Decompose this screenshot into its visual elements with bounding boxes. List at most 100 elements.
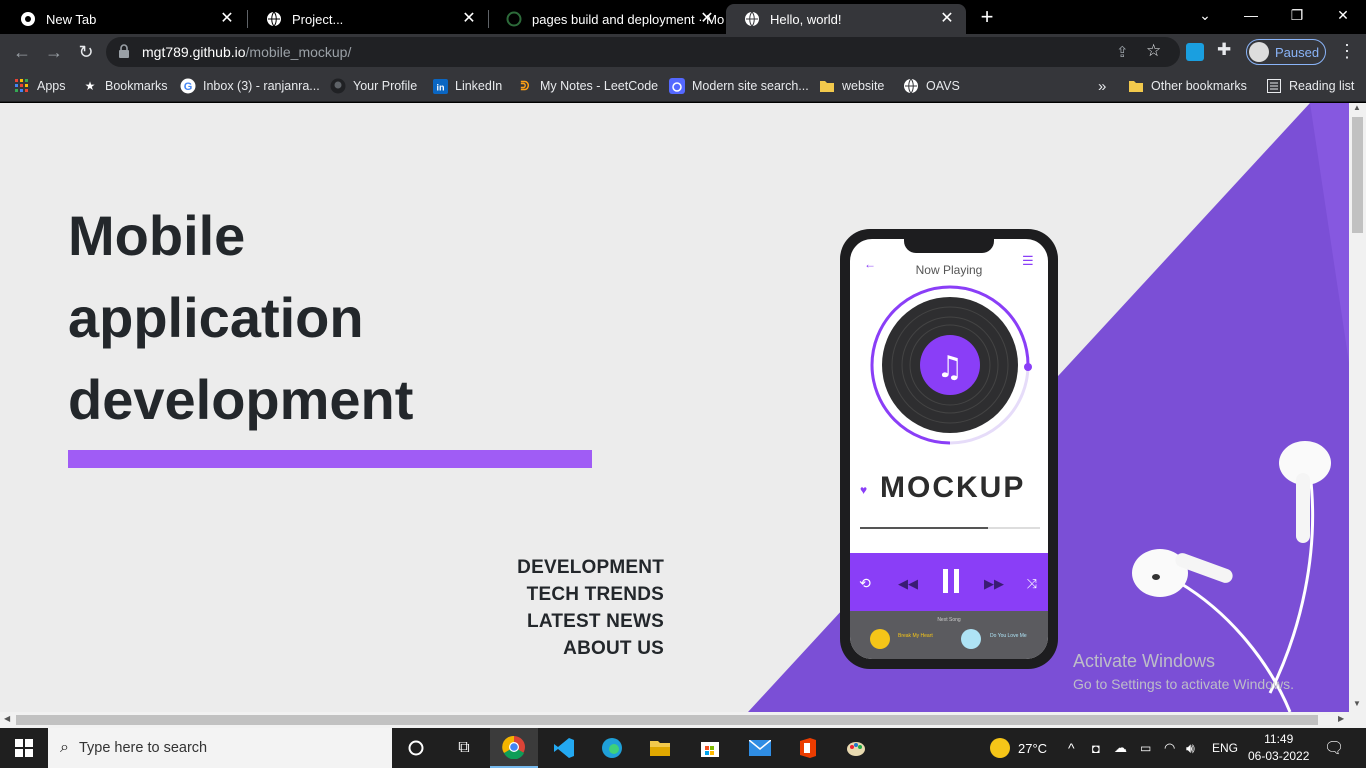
horizontal-scrollbar[interactable]: ◀ ▶ [0, 712, 1366, 728]
clock-time: 11:49 [1264, 732, 1294, 746]
cortana-icon[interactable] [392, 728, 440, 768]
leetcode-icon: ᕲ [520, 78, 530, 93]
bookmark-modern-site-search[interactable]: Modern site search... [669, 76, 809, 96]
edge-icon[interactable] [588, 728, 636, 768]
scroll-up-icon[interactable]: ▲ [1353, 103, 1361, 112]
scroll-down-icon[interactable]: ▼ [1353, 699, 1361, 708]
share-icon[interactable]: ⇪ [1116, 43, 1129, 61]
wifi-icon[interactable]: ◠ [1164, 728, 1175, 768]
close-tab-icon[interactable]: ✕ [938, 10, 956, 28]
nav-latest-news[interactable]: LATEST NEWS [450, 608, 664, 635]
chrome-icon [20, 11, 36, 27]
tab-title: New Tab [46, 11, 97, 27]
profile-button[interactable]: Paused [1246, 39, 1326, 65]
puzzle-extensions-icon[interactable]: ✚ [1217, 40, 1231, 60]
svg-text:G: G [184, 81, 193, 93]
bookmark-label: Reading list [1289, 79, 1355, 93]
scroll-left-icon[interactable]: ◀ [4, 714, 10, 723]
mail-icon[interactable] [736, 728, 784, 768]
vertical-scrollbar[interactable]: ▲ ▼ [1349, 103, 1366, 712]
tab-pages-build[interactable]: pages build and deployment · Mo ✕ [488, 4, 726, 34]
phone-notch [904, 239, 994, 253]
onedrive-icon[interactable]: ☁ [1114, 728, 1127, 768]
bookmark-apps[interactable]: Apps [14, 76, 66, 96]
browser-toolbar: ← → ↻ mgt789.github.io/mobile_mockup/ ⇪ … [0, 34, 1366, 70]
task-view-icon[interactable]: ⧉ [440, 728, 488, 768]
extension-icon[interactable] [1186, 43, 1204, 61]
tab-project[interactable]: Project... ✕ [248, 4, 488, 34]
nav-development[interactable]: DEVELOPMENT [450, 554, 664, 581]
nav-about-us[interactable]: ABOUT US [450, 635, 664, 662]
bookmark-star-icon[interactable]: ☆ [1146, 41, 1161, 61]
meet-now-icon[interactable]: ◘ [1092, 728, 1100, 768]
close-tab-icon[interactable]: ✕ [460, 10, 478, 28]
office-icon[interactable] [784, 728, 832, 768]
vscode-icon[interactable] [540, 728, 588, 768]
scroll-right-icon[interactable]: ▶ [1338, 714, 1344, 723]
bookmark-label: Your Profile [353, 79, 418, 93]
battery-icon[interactable]: ▭ [1140, 728, 1151, 768]
close-tab-icon[interactable]: ✕ [218, 10, 236, 28]
clock-date: 06-03-2022 [1248, 749, 1310, 763]
vertical-scroll-thumb[interactable] [1352, 117, 1363, 233]
tab-strip: New Tab ✕ Project... ✕ pages build and d… [0, 0, 1366, 34]
volume-icon[interactable]: 🔊︎ [1186, 728, 1195, 768]
svg-text:▶▶: ▶▶ [984, 577, 1004, 592]
nav-tech-trends[interactable]: TECH TRENDS [450, 581, 664, 608]
clock[interactable]: 11:49 06-03-2022 [1248, 728, 1309, 768]
paint-icon[interactable] [832, 728, 880, 768]
web-page: Mobile application development DEVELOPME… [0, 103, 1349, 712]
reading-list-icon [1266, 78, 1282, 94]
store-icon[interactable] [686, 728, 734, 768]
reload-icon[interactable]: ↻ [74, 40, 98, 64]
url-host: mgt789.github.io [142, 44, 246, 60]
bookmark-linkedin[interactable]: in LinkedIn [432, 76, 502, 96]
close-window-button[interactable]: ✕ [1320, 0, 1366, 32]
weather-widget[interactable]: 27°C [990, 728, 1047, 768]
close-tab-icon[interactable]: ✕ [698, 10, 716, 28]
file-explorer-icon[interactable] [636, 728, 684, 768]
now-playing-label: Now Playing [915, 263, 983, 277]
more-bookmarks-chevron-icon[interactable]: » [1098, 76, 1106, 96]
bookmark-label: LinkedIn [455, 79, 503, 93]
menu-kebab-icon[interactable]: ⋮ [1338, 41, 1356, 62]
svg-text:⤨: ⤨ [1027, 577, 1038, 592]
chrome-taskbar-icon[interactable] [490, 728, 538, 768]
new-tab-button[interactable]: + [976, 6, 998, 28]
tab-new-tab[interactable]: New Tab ✕ [2, 4, 246, 34]
other-bookmarks[interactable]: Other bookmarks [1128, 76, 1247, 96]
taskbar-search-box[interactable]: ⌕ Type here to search [48, 728, 392, 768]
restore-button[interactable]: ❐ [1274, 0, 1320, 32]
bookmark-oavs[interactable]: OAVS [903, 76, 960, 96]
windows-start-icon[interactable] [0, 728, 48, 768]
watermark-title: Activate Windows [1073, 651, 1216, 671]
bookmark-label: My Notes - LeetCode [540, 79, 659, 93]
forward-arrow-icon[interactable]: → [42, 40, 66, 64]
back-arrow-icon[interactable]: ← [10, 40, 34, 64]
player-controls: ⟲ ◀◀ ▶▶ ⤨ [850, 553, 1048, 611]
folder-icon [819, 78, 835, 94]
hero-line: application [68, 286, 364, 349]
bookmark-inbox[interactable]: G Inbox (3) - ranjanra... [180, 76, 320, 96]
bookmark-bookmarks[interactable]: ★ Bookmarks [82, 76, 168, 96]
reading-list[interactable]: Reading list [1266, 76, 1354, 96]
notifications-icon[interactable]: 🗨︎ [1324, 728, 1344, 768]
tab-title: Hello, world! [770, 11, 842, 27]
phone-screen: ← ☰ Now Playing ♫ ♥ MOCKUP ⟲ ◀◀ ▶▶ ⤨ Nex… [850, 239, 1048, 659]
progress-track [860, 527, 1040, 529]
tab-search-chevron-icon[interactable]: ⌄ [1182, 0, 1228, 32]
language-indicator[interactable]: ENG [1212, 728, 1238, 768]
algolia-icon [669, 78, 685, 94]
weather-temp: 27°C [1018, 740, 1048, 756]
song-thumb [870, 629, 890, 649]
progress-fill [860, 527, 988, 529]
bookmark-your-profile[interactable]: Your Profile [330, 76, 417, 96]
address-bar[interactable]: mgt789.github.io/mobile_mockup/ ⇪ ☆ [106, 37, 1180, 67]
bookmark-leetcode[interactable]: ᕲ My Notes - LeetCode [517, 76, 659, 96]
bookmark-website[interactable]: website [819, 76, 884, 96]
horizontal-scroll-thumb[interactable] [16, 715, 1318, 725]
mockup-title: MOCKUP [880, 471, 1026, 504]
tray-chevron-icon[interactable]: ^ [1068, 728, 1075, 768]
minimize-button[interactable]: — [1228, 0, 1274, 32]
tab-hello-world[interactable]: Hello, world! ✕ [726, 4, 966, 34]
